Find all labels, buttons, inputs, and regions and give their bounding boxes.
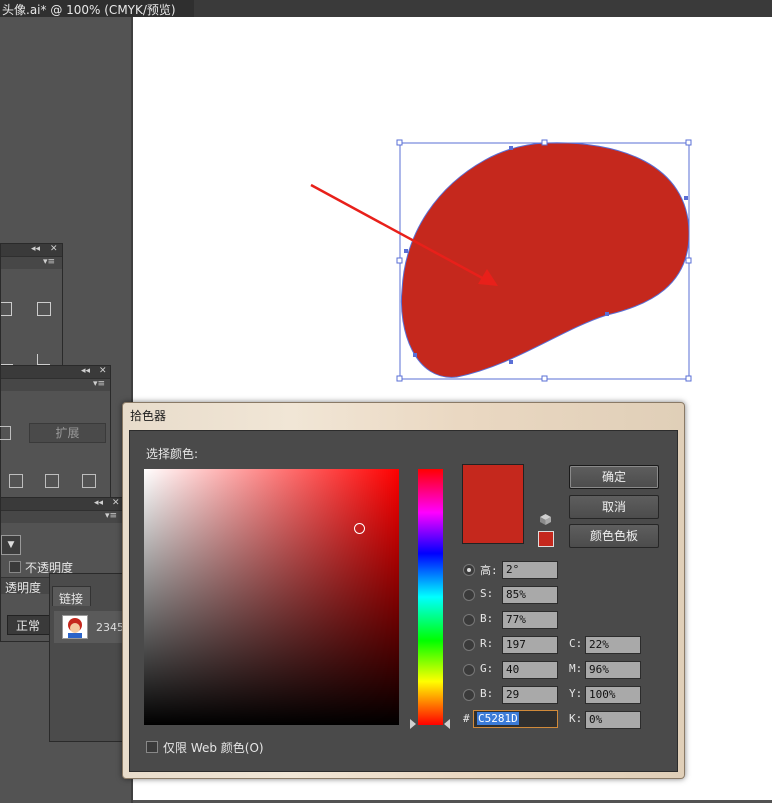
panel-tabs: ▾≡	[1, 256, 62, 269]
align-panel: ◂◂ ✕ ▾≡	[0, 243, 63, 367]
ok-button[interactable]: 确定	[569, 465, 659, 489]
hue-slider-right-handle-icon[interactable]	[444, 719, 450, 729]
web-only-checkbox[interactable]	[146, 741, 158, 753]
link-item-name: 2345	[96, 621, 124, 634]
collapse-icon[interactable]: ◂◂	[94, 498, 103, 508]
close-icon[interactable]: ✕	[99, 366, 107, 376]
saturation-radio[interactable]	[463, 589, 475, 601]
blue-radio[interactable]	[463, 689, 475, 701]
link-item[interactable]: 2345	[54, 611, 124, 643]
hue-radio[interactable]	[463, 564, 475, 576]
collapse-icon[interactable]: ◂◂	[81, 366, 90, 376]
shape-mode-icon[interactable]	[0, 426, 11, 440]
color-cursor-icon[interactable]	[354, 523, 365, 534]
saturation-field[interactable]: 85%	[502, 586, 558, 604]
color-swatches-button[interactable]: 颜色色板	[569, 524, 659, 548]
red-field[interactable]: 197	[502, 636, 558, 654]
dialog-title: 拾色器	[130, 409, 167, 423]
panel-header: ◂◂ ✕	[1, 366, 110, 378]
red-label: R:	[480, 637, 494, 650]
brightness-field[interactable]: 77%	[502, 611, 558, 629]
transparency-tab[interactable]: 透明度	[1, 577, 49, 595]
hue-slider[interactable]	[418, 469, 443, 725]
brightness-label: B:	[480, 612, 494, 625]
distribute-icon[interactable]	[1, 356, 13, 365]
web-safe-swatch[interactable]	[538, 531, 554, 547]
saturation-label: S:	[480, 587, 494, 600]
cancel-button[interactable]: 取消	[569, 495, 659, 519]
close-icon[interactable]: ✕	[112, 498, 120, 508]
blend-mode-select[interactable]: 正常	[7, 615, 51, 635]
opacity-mask-checkbox[interactable]	[9, 561, 21, 573]
magenta-label: M:	[569, 662, 583, 675]
links-panel: 链接 2345	[49, 573, 124, 742]
red-radio[interactable]	[463, 639, 475, 651]
brightness-radio[interactable]	[463, 614, 475, 626]
distribute-bottom-icon[interactable]	[37, 354, 50, 365]
align-right-icon[interactable]	[37, 302, 51, 316]
panel-header: ◂◂ ✕	[1, 498, 123, 510]
yellow-label: Y:	[569, 687, 583, 700]
panel-tabs: ▾≡	[1, 378, 110, 391]
color-spectrum-field[interactable]	[144, 469, 399, 725]
cyan-field[interactable]: 22%	[585, 636, 641, 654]
links-tab-label: 链接	[59, 592, 84, 606]
green-label: G:	[480, 662, 494, 675]
panel-header: ◂◂ ✕	[1, 244, 62, 256]
cube-icon[interactable]	[540, 514, 551, 525]
blend-dropdown-arrow[interactable]: ▼	[1, 535, 21, 555]
expand-button[interactable]: 扩展	[29, 423, 106, 443]
hue-field[interactable]: 2°	[502, 561, 558, 579]
align-icon[interactable]	[1, 302, 12, 316]
panel-menu-icon[interactable]: ▾≡	[105, 511, 117, 521]
hue-slider-left-handle-icon[interactable]	[410, 719, 416, 729]
pathfinder-panel: ◂◂ ✕ ▾≡ 扩展	[0, 365, 111, 499]
hex-field[interactable]: C5281D	[473, 710, 558, 728]
black-label: K:	[569, 712, 583, 725]
blend-mode-value: 正常	[16, 619, 41, 633]
black-field[interactable]: 0%	[585, 711, 641, 729]
new-color-swatch	[462, 464, 524, 544]
cube-glyph	[540, 514, 551, 525]
panel-menu-icon[interactable]: ▾≡	[93, 379, 105, 389]
link-thumbnail	[62, 615, 88, 639]
hex-value-selected: C5281D	[477, 712, 519, 725]
trim-icon[interactable]	[45, 474, 59, 488]
blue-field[interactable]: 29	[502, 686, 558, 704]
panel-tabs: ▾≡	[1, 510, 123, 523]
yellow-field[interactable]: 100%	[585, 686, 641, 704]
web-only-label: 仅限 Web 颜色(O)	[163, 741, 264, 755]
panel-menu-icon[interactable]: ▾≡	[43, 257, 55, 267]
hex-label: #	[463, 712, 470, 725]
hue-label: 高:	[480, 564, 498, 577]
green-field[interactable]: 40	[502, 661, 558, 679]
magenta-field[interactable]: 96%	[585, 661, 641, 679]
select-color-label: 选择颜色:	[146, 447, 199, 461]
transparency-tab-label: 透明度	[5, 581, 42, 595]
close-icon[interactable]: ✕	[50, 244, 58, 254]
green-radio[interactable]	[463, 664, 475, 676]
collapse-icon[interactable]: ◂◂	[31, 244, 40, 254]
cyan-label: C:	[569, 637, 583, 650]
divide-icon[interactable]	[9, 474, 23, 488]
merge-icon[interactable]	[82, 474, 96, 488]
avatar-icon	[68, 618, 82, 638]
links-tab[interactable]: 链接	[52, 586, 91, 606]
blue-label: B:	[480, 687, 494, 700]
